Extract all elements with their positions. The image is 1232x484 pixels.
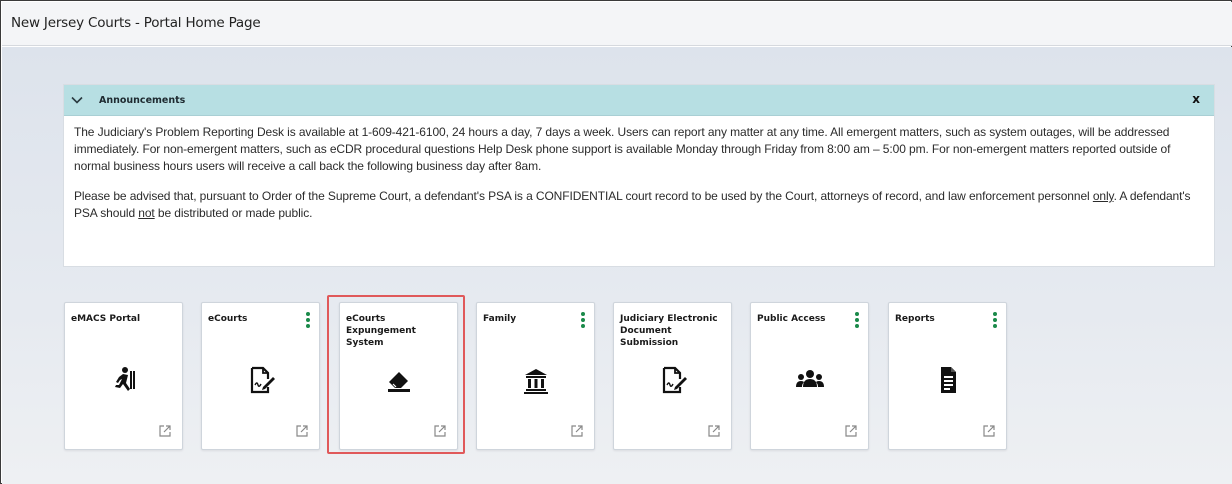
announcement-paragraph-1: The Judiciary's Problem Reporting Desk i… — [74, 125, 1171, 173]
courthouse-icon — [524, 369, 548, 394]
announcements-panel: Announcements x The Judiciary's Problem … — [63, 84, 1215, 267]
tile-reports[interactable]: Reports — [888, 302, 1007, 450]
tile-title: eCourts — [208, 314, 248, 324]
more-menu-icon[interactable] — [854, 312, 860, 328]
running-figure-icon — [115, 367, 135, 391]
tile-title: eMACS Portal — [71, 314, 141, 324]
announcements-header[interactable]: Announcements x — [64, 85, 1214, 116]
tile-title: Family — [483, 314, 517, 324]
announcement-emphasis-only: only — [1092, 189, 1114, 203]
report-document-icon — [941, 367, 956, 393]
announcements-body: The Judiciary's Problem Reporting Desk i… — [74, 124, 1208, 222]
external-link-icon[interactable] — [158, 424, 172, 438]
tile-judiciary-electronic-document-submission[interactable]: Judiciary Electronic Document Submission — [613, 302, 732, 450]
more-menu-icon[interactable] — [992, 312, 998, 328]
document-signature-icon — [662, 366, 687, 394]
external-link-icon[interactable] — [707, 424, 721, 438]
more-menu-icon[interactable] — [305, 312, 311, 328]
external-link-icon[interactable] — [570, 424, 584, 438]
tile-family[interactable]: Family — [476, 302, 595, 450]
tile-title: Public Access — [757, 314, 826, 324]
document-signature-icon — [250, 366, 275, 394]
external-link-icon[interactable] — [433, 424, 447, 438]
tile-title: eCourts Expungement System — [346, 314, 416, 348]
tile-title: Judiciary Electronic Document Submission — [620, 314, 718, 348]
page-title: New Jersey Courts - Portal Home Page — [11, 15, 261, 31]
external-link-icon[interactable] — [982, 424, 996, 438]
close-icon[interactable]: x — [1192, 92, 1200, 106]
tile-emacs-portal[interactable]: eMACS Portal — [64, 302, 183, 450]
announcement-emphasis-not: not — [138, 206, 155, 220]
announcement-paragraph-2: Please be advised that, pursuant to Orde… — [74, 188, 1208, 222]
users-icon — [796, 370, 824, 387]
announcement-text: be distributed or made public. — [154, 206, 313, 220]
announcement-text: Please be advised that, pursuant to Orde… — [74, 189, 1093, 203]
tile-public-access[interactable]: Public Access — [750, 302, 869, 450]
external-link-icon[interactable] — [295, 424, 309, 438]
more-menu-icon[interactable] — [580, 312, 586, 328]
chevron-down-icon[interactable] — [70, 93, 84, 107]
tile-ecourts-expungement-system[interactable]: eCourts Expungement System — [339, 302, 458, 450]
external-link-icon[interactable] — [844, 424, 858, 438]
header-bar: New Jersey Courts - Portal Home Page — [2, 2, 1232, 46]
tile-title: Reports — [895, 314, 935, 324]
announcements-title: Announcements — [99, 95, 186, 106]
tile-ecourts[interactable]: eCourts — [201, 302, 320, 450]
eraser-icon — [388, 372, 410, 392]
